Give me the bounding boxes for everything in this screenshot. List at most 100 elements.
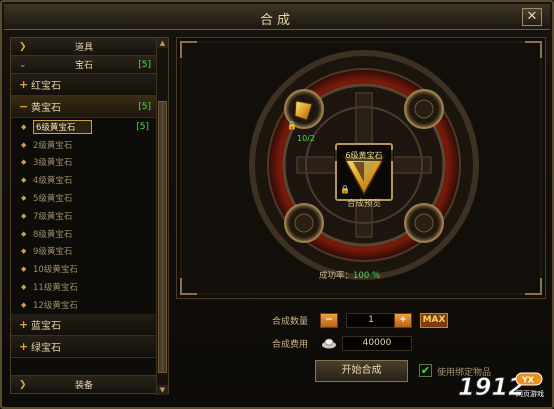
lock-icon: 🔒 [340, 185, 350, 194]
scroll-up-arrow-icon[interactable]: ▲ [157, 38, 168, 48]
empty-slot-emblem-icon [414, 213, 434, 233]
item-label: 4级黄宝石 [33, 176, 73, 187]
list-item[interactable]: ◆ 10级黄宝石 [11, 260, 157, 278]
category-tab-gems[interactable]: ⌄ 宝石 [5] [11, 56, 157, 74]
empty-slot-emblem-icon [294, 213, 314, 233]
scrollbar-thumb[interactable] [158, 101, 167, 373]
list-item[interactable]: ◆ 3级黄宝石 [11, 154, 157, 172]
chevron-right-icon: ❯ [19, 379, 27, 390]
minus-icon: − [325, 315, 333, 325]
item-label: 3级黄宝石 [33, 158, 73, 169]
scrollbar[interactable]: ▲ ▼ [156, 38, 168, 395]
start-synthesis-button[interactable]: 开始合成 [315, 360, 408, 382]
diamond-icon: ◆ [21, 247, 27, 256]
synthesis-preview-label: 合成预览 [346, 199, 381, 209]
subcategory-label: 蓝宝石 [31, 320, 61, 332]
diamond-icon: ◆ [21, 140, 27, 149]
list-item[interactable]: ◆ 6级黄宝石 [5] [11, 118, 157, 136]
material-slot-bottom-left [284, 203, 324, 243]
max-quantity-button[interactable]: MAX [420, 313, 448, 328]
diamond-icon: ◆ [21, 211, 27, 220]
list-item[interactable]: ◆ 9级黄宝石 [11, 243, 157, 261]
subcategory-label: 黄宝石 [31, 103, 61, 114]
subcategory-label: 红宝石 [31, 81, 61, 92]
synthesis-window: 合成 ✕ ❯ 道具 ⌄ 宝石 [5] + 红宝石 − 黄宝石 [5] ◆ 6级黄… [0, 0, 554, 409]
list-item[interactable]: ◆ 2级黄宝石 [11, 136, 157, 154]
item-label: 9级黄宝石 [33, 247, 73, 258]
list-item[interactable]: ◆ 7级黄宝石 [11, 207, 157, 225]
diamond-icon: ◆ [21, 229, 27, 238]
diamond-icon: ◆ [21, 176, 27, 185]
material-slot-top-right [404, 89, 444, 129]
window-title: 合成 [259, 13, 294, 28]
watermark-text: 1912 [458, 373, 525, 401]
item-list: ❯ 道具 ⌄ 宝石 [5] + 红宝石 − 黄宝石 [5] ◆ 6级黄宝石 [5… [11, 38, 157, 395]
item-label: 6级黄宝石 [33, 119, 93, 134]
material-count: 10/2 [297, 134, 315, 143]
category-tab-props[interactable]: ❯ 道具 [11, 38, 157, 56]
plus-icon: + [19, 339, 29, 353]
count-badge: [5] [136, 121, 149, 132]
chevron-right-icon: ❯ [19, 41, 27, 52]
list-item[interactable]: ◆ 4级黄宝石 [11, 171, 157, 189]
subcategory-red-gem[interactable]: + 红宝石 [11, 74, 157, 96]
scroll-down-arrow-icon[interactable]: ▼ [157, 385, 168, 395]
item-list-panel: ❯ 道具 ⌄ 宝石 [5] + 红宝石 − 黄宝石 [5] ◆ 6级黄宝石 [5… [10, 37, 169, 395]
item-label: 7级黄宝石 [33, 211, 73, 222]
close-button[interactable]: ✕ [522, 8, 542, 26]
title-bar: 合成 ✕ [4, 4, 550, 30]
quantity-input[interactable]: 1 [346, 313, 396, 328]
decrease-quantity-button[interactable]: − [320, 313, 338, 328]
material-slot-bottom-right [404, 203, 444, 243]
watermark-badge-text: YX [521, 376, 535, 385]
synthesis-stage: 🔒 🔒 [180, 41, 542, 295]
count-badge: [5] [138, 101, 151, 112]
category-tab-equipment[interactable]: ❯ 装备 [11, 375, 157, 393]
diamond-icon: ◆ [21, 283, 27, 292]
lock-icon: 🔒 [287, 121, 297, 130]
plus-icon: + [399, 315, 407, 325]
diamond-icon: ◆ [21, 265, 27, 274]
item-label: 8级黄宝石 [33, 229, 73, 240]
success-rate-value: 100 % [353, 271, 381, 281]
category-tab-label: 宝石 [74, 61, 93, 71]
chevron-down-icon: ⌄ [19, 59, 27, 70]
item-label: 12级黄宝石 [33, 300, 78, 311]
plus-icon: + [19, 317, 29, 331]
site-watermark-logo: 1912 YX 网页游戏 [458, 372, 544, 401]
empty-slot-emblem-icon [414, 99, 434, 119]
diamond-icon: ◆ [21, 300, 27, 309]
synthesis-panel: 🔒 🔒 6级黄宝石 10/2 合成预览 成功率：100 % [176, 37, 546, 299]
result-gem-name: 6级黄宝石 [334, 150, 394, 161]
diamond-icon: ◆ [21, 158, 27, 167]
checkmark-icon: ✔ [420, 364, 431, 377]
subcategory-blue-gem[interactable]: + 蓝宝石 [11, 313, 157, 336]
success-rate-label: 成功率： [319, 271, 354, 281]
item-label: 10级黄宝石 [33, 265, 78, 276]
cost-value: 40000 [342, 336, 412, 351]
watermark-subtext: 网页游戏 [516, 389, 544, 398]
list-item[interactable]: ◆ 5级黄宝石 [11, 189, 157, 207]
subcategory-label: 绿宝石 [31, 342, 61, 354]
category-tab-label: 装备 [74, 381, 93, 391]
item-label: 5级黄宝石 [33, 194, 73, 205]
subcategory-yellow-gem[interactable]: − 黄宝石 [5] [11, 96, 157, 118]
quantity-label: 合成数量 [272, 317, 309, 327]
category-tab-label: 道具 [74, 43, 93, 53]
list-item[interactable]: ◆ 12级黄宝石 [11, 296, 157, 314]
list-item[interactable]: ◆ 8级黄宝石 [11, 225, 157, 243]
minus-icon: − [19, 100, 29, 113]
item-label: 2级黄宝石 [33, 140, 73, 151]
success-rate: 成功率：100 % [319, 269, 380, 281]
close-icon: ✕ [526, 9, 538, 24]
diamond-icon: ◆ [21, 122, 27, 131]
silver-ingot-icon [322, 338, 336, 349]
subcategory-green-gem[interactable]: + 绿宝石 [11, 335, 157, 358]
use-bound-items-checkbox[interactable]: ✔ [419, 364, 432, 377]
item-label: 11级黄宝石 [33, 283, 78, 294]
plus-icon: + [19, 78, 29, 91]
cost-label: 合成费用 [272, 340, 309, 350]
increase-quantity-button[interactable]: + [394, 313, 412, 328]
list-item[interactable]: ◆ 11级黄宝石 [11, 278, 157, 296]
count-badge: [5] [138, 59, 151, 70]
